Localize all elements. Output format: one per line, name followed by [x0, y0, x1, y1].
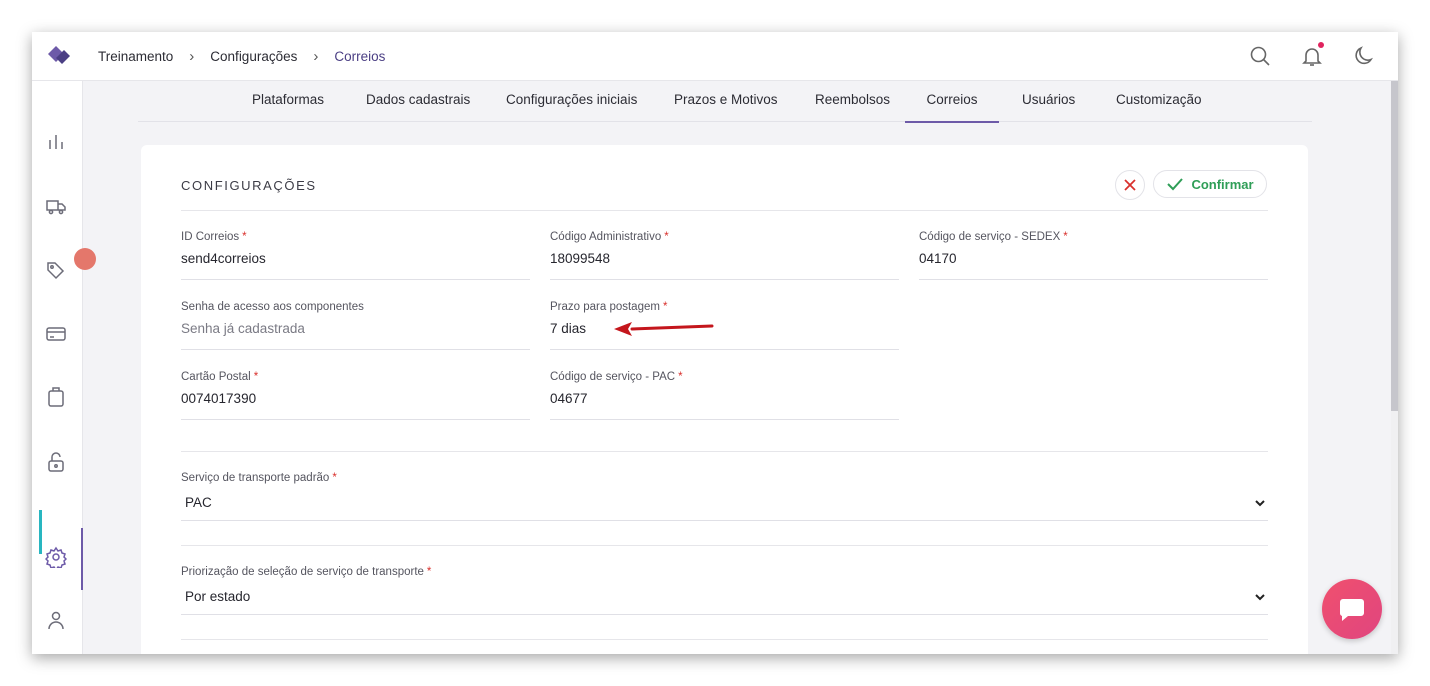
- unlock-icon: [48, 452, 64, 472]
- sidebar-item-profile[interactable]: [45, 609, 71, 635]
- chat-button[interactable]: [1322, 579, 1382, 639]
- confirm-label: Confirmar: [1191, 176, 1254, 192]
- label-cartao-postal: Cartão Postal: [181, 371, 251, 383]
- breadcrumb-item-configuracoes[interactable]: Configurações: [210, 49, 297, 64]
- required-marker: *: [662, 301, 668, 313]
- divider: [181, 639, 1268, 640]
- label-priorizacao: Priorização de seleção de serviço de tra…: [181, 566, 424, 578]
- tag-icon: [47, 262, 65, 280]
- chevron-down-icon: [1255, 500, 1265, 507]
- sidebar-active-indicator: [39, 510, 42, 554]
- truck-icon: [46, 200, 66, 215]
- annotation-arrow: [614, 322, 714, 336]
- label-prazo-postagem: Prazo para postagem: [550, 301, 660, 313]
- sidebar-item-payments[interactable]: [45, 323, 71, 349]
- required-marker: *: [253, 371, 259, 383]
- gear-icon: [44, 546, 68, 572]
- chat-icon: [1339, 599, 1364, 621]
- scrollbar-thumb[interactable]: [1391, 81, 1398, 411]
- tab-configuracoes-iniciais[interactable]: Configurações iniciais: [506, 81, 637, 121]
- breadcrumb-separator: ›: [313, 47, 319, 65]
- label-servico-padrao: Serviço de transporte padrão: [181, 472, 330, 484]
- servico-padrao-value: PAC: [185, 495, 212, 510]
- required-marker: *: [664, 231, 669, 243]
- status-dot: [74, 248, 96, 270]
- settings-tabs: Plataformas Dados cadastrais Configuraçõ…: [138, 81, 1312, 123]
- chevron-down-icon: [1255, 594, 1265, 601]
- tab-usuarios[interactable]: Usuários: [1022, 81, 1075, 121]
- codigo-sedex-value: 04170: [919, 251, 957, 266]
- divider: [181, 545, 1268, 546]
- codigo-administrativo-value: 18099548: [550, 251, 611, 266]
- senha-placeholder: Senha já cadastrada: [181, 321, 305, 336]
- credit-card-icon: [46, 327, 66, 341]
- codigo-pac-value: 04677: [550, 391, 588, 406]
- label-codigo-pac: Código de serviço - PAC: [550, 371, 676, 383]
- sidebar: [32, 81, 96, 654]
- cancel-button[interactable]: [1115, 170, 1145, 200]
- breadcrumb: Treinamento › Configurações › Correios: [98, 32, 385, 80]
- confirm-button[interactable]: Confirmar: [1153, 170, 1267, 198]
- required-marker: *: [242, 231, 247, 243]
- label-id-correios: ID Correios: [181, 231, 240, 243]
- tab-reembolsos[interactable]: Reembolsos: [815, 81, 890, 121]
- field-codigo-sedex[interactable]: Código de serviço - SEDEX * 04170: [919, 231, 1268, 280]
- field-codigo-pac[interactable]: Código de serviço - PAC * 04677: [550, 371, 899, 420]
- breadcrumb-item-correios: Correios: [334, 48, 386, 64]
- chart-icon: [49, 135, 63, 149]
- sidebar-item-tags[interactable]: [45, 259, 71, 285]
- tab-plataformas[interactable]: Plataformas: [252, 81, 324, 121]
- settings-indicator: [81, 528, 83, 590]
- notification-badge: [1318, 42, 1324, 48]
- divider: [181, 210, 1268, 211]
- label-codigo-sedex: Código de serviço - SEDEX: [919, 231, 1061, 243]
- label-codigo-administrativo: Código Administrativo: [550, 231, 662, 243]
- app-logo[interactable]: [46, 44, 72, 66]
- priorizacao-value: Por estado: [185, 589, 251, 604]
- notifications-button[interactable]: [1300, 42, 1324, 68]
- sidebar-item-dashboard[interactable]: [45, 131, 71, 157]
- tab-dados-cadastrais[interactable]: Dados cadastrais: [366, 81, 470, 121]
- cartao-postal-value: 0074017390: [181, 391, 257, 406]
- settings-card: CONFIGURAÇÕES Confirmar ID Correios * sen…: [141, 145, 1308, 654]
- breadcrumb-item-treinamento[interactable]: Treinamento: [98, 49, 173, 64]
- label-senha: Senha de acesso aos componentes: [181, 301, 364, 313]
- divider: [181, 451, 1268, 452]
- top-bar: Treinamento › Configurações › Correios: [32, 32, 1398, 81]
- field-id-correios[interactable]: ID Correios * send4correios: [181, 231, 530, 280]
- sidebar-item-settings[interactable]: [44, 546, 71, 572]
- select-servico-padrao[interactable]: Serviço de transporte padrão * PAC: [181, 472, 1268, 521]
- field-codigo-administrativo[interactable]: Código Administrativo * 18099548: [550, 231, 899, 280]
- prazo-postagem-value: 7 dias: [550, 321, 587, 336]
- field-prazo-postagem[interactable]: Prazo para postagem * 7 dias: [550, 301, 899, 350]
- tab-prazos-e-motivos[interactable]: Prazos e Motivos: [674, 81, 778, 121]
- required-marker: *: [332, 472, 337, 484]
- sidebar-item-security[interactable]: [45, 451, 71, 477]
- sidebar-item-shipping[interactable]: [45, 195, 71, 221]
- field-senha[interactable]: Senha de acesso aos componentes Senha já…: [181, 301, 530, 350]
- close-icon: [1124, 179, 1136, 191]
- check-icon: [1167, 178, 1184, 191]
- moon-icon[interactable]: [1352, 44, 1376, 68]
- app-window: Treinamento › Configurações › Correios P…: [32, 32, 1398, 654]
- tab-correios[interactable]: Correios: [905, 81, 999, 123]
- required-marker: *: [678, 371, 683, 383]
- tab-customizacao[interactable]: Customização: [1116, 81, 1202, 121]
- required-marker: *: [426, 566, 432, 578]
- breadcrumb-separator: ›: [189, 47, 195, 65]
- id-correios-value: send4correios: [181, 251, 266, 266]
- field-cartao-postal[interactable]: Cartão Postal * 0074017390: [181, 371, 530, 420]
- sidebar-item-orders[interactable]: [45, 386, 71, 412]
- search-icon[interactable]: [1248, 44, 1272, 68]
- clipboard-icon: [48, 387, 64, 407]
- required-marker: *: [1063, 231, 1068, 243]
- card-title: CONFIGURAÇÕES: [181, 178, 317, 193]
- user-icon: [48, 611, 64, 630]
- select-priorizacao[interactable]: Priorização de seleção de serviço de tra…: [181, 566, 1268, 615]
